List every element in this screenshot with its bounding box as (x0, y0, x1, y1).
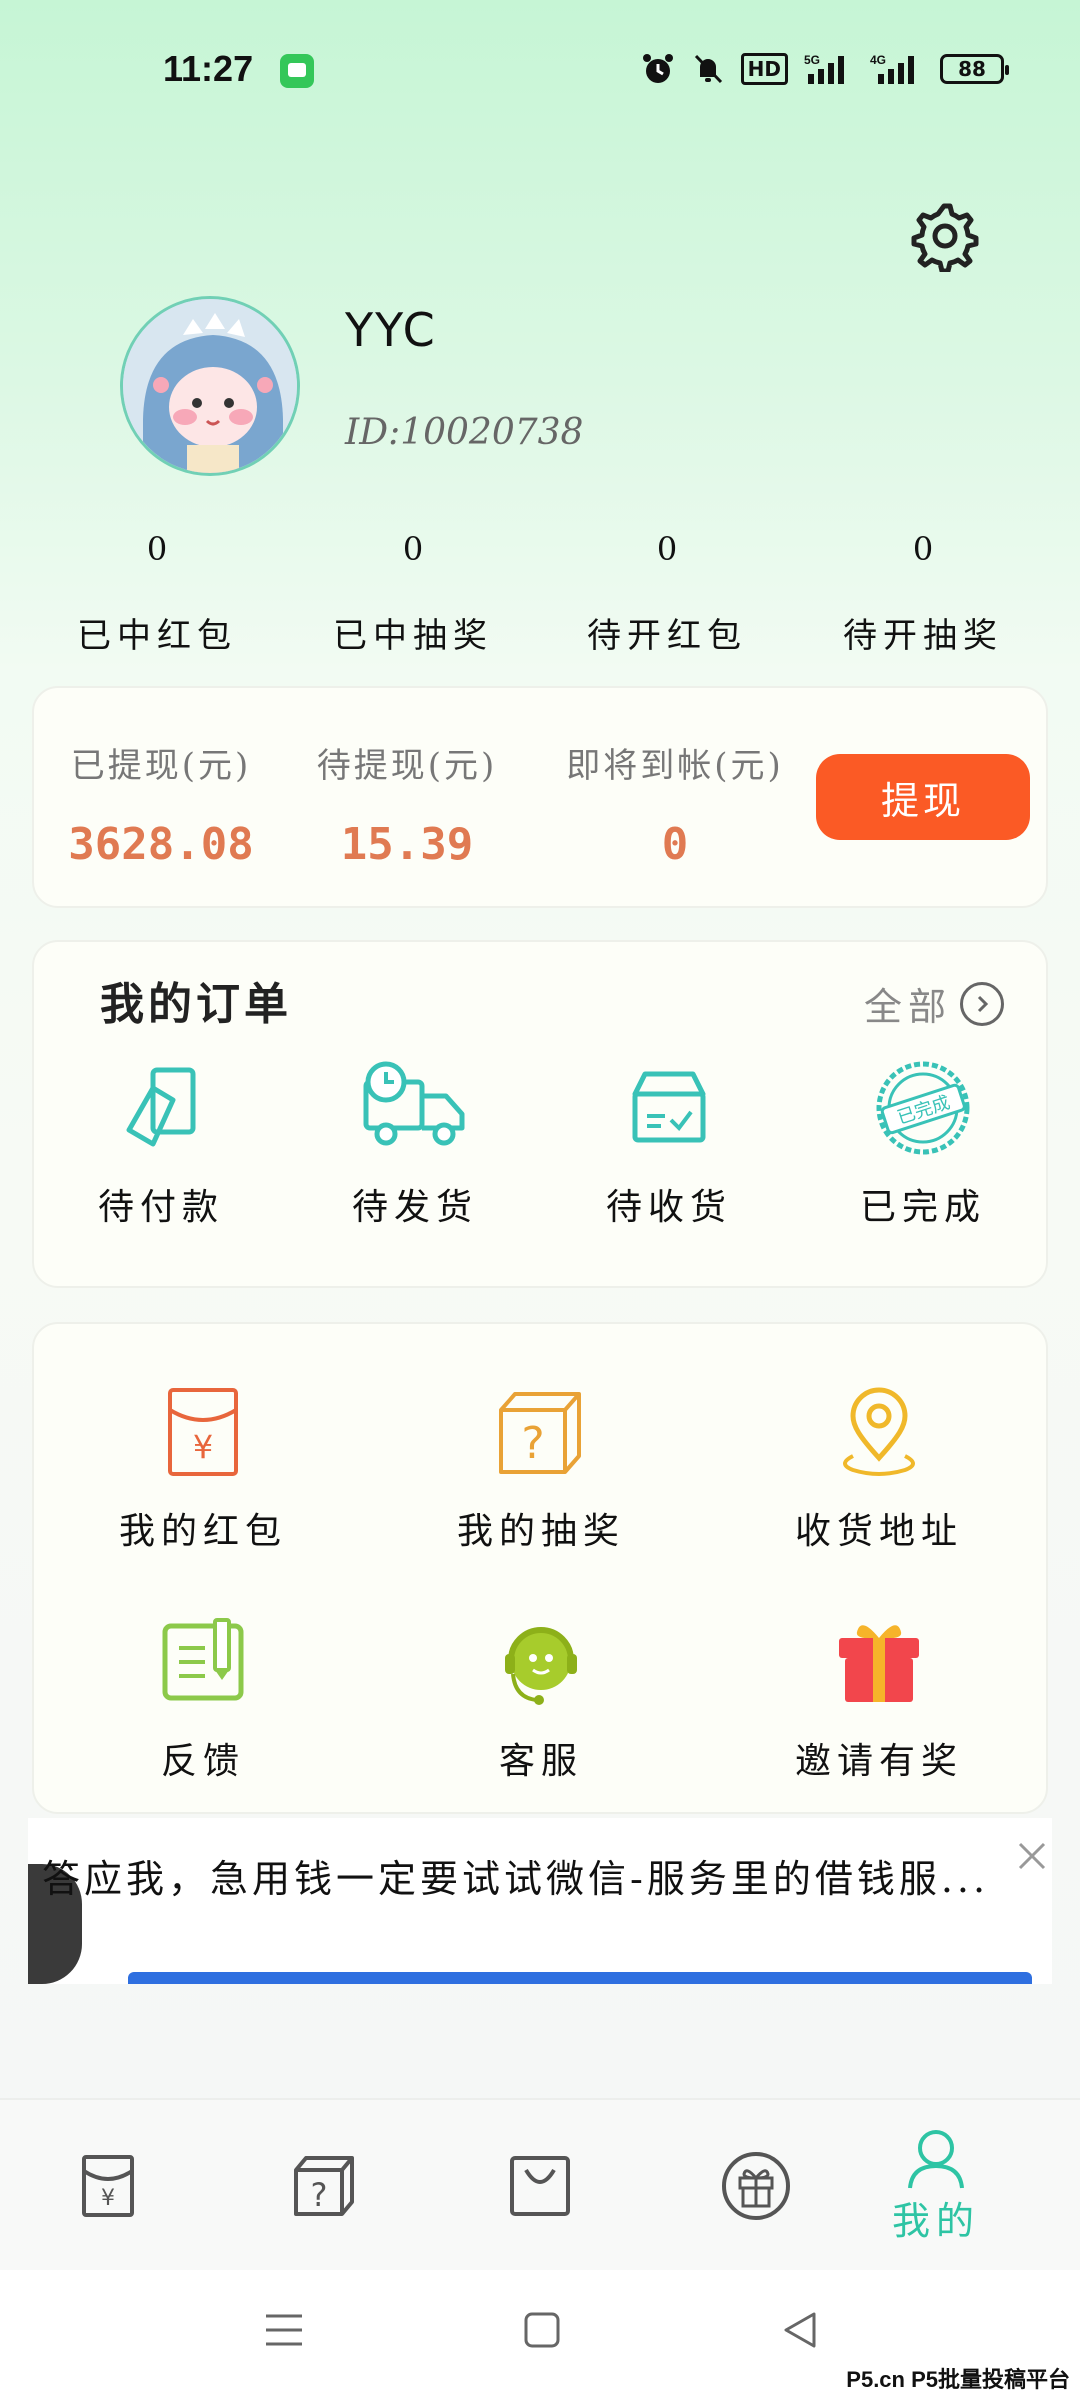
service-label: 我的红包 (118, 1511, 287, 1552)
service-shipping-address[interactable]: 收货地址 (710, 1384, 1048, 1554)
alarm-icon (641, 52, 675, 86)
stat-value: 0 (146, 530, 168, 568)
avatar[interactable] (120, 296, 300, 476)
stat-label: 已中抽奖 (333, 616, 493, 656)
svg-text:?: ? (521, 1418, 544, 1469)
ad-banner[interactable]: 答应我，急用钱一定要试试微信-服务里的借钱服... (28, 1818, 1052, 1984)
feedback-edit-icon (162, 1618, 244, 1701)
stat-won-lottery[interactable]: 0 已中抽奖 (278, 530, 548, 657)
stat-label: 待开抽奖 (843, 616, 1003, 656)
profile-tab-icon (908, 2129, 964, 2188)
bottom-navigation: ¥ ? 我的 (0, 2098, 1080, 2270)
svg-text:¥: ¥ (193, 1428, 213, 1466)
home-icon[interactable] (522, 2310, 562, 2354)
withdrawn-label: 已提现(元) (70, 746, 252, 786)
order-pending-shipment[interactable]: 待发货 (288, 1060, 542, 1230)
stat-won-red-packets[interactable]: 0 已中红包 (22, 530, 292, 657)
pending-column: 待提现(元) 15.39 (302, 738, 512, 870)
service-my-lottery[interactable]: ? 我的抽奖 (372, 1384, 710, 1554)
red-envelope-icon: ¥ (168, 1388, 238, 1476)
pending-label: 待提现(元) (316, 746, 498, 786)
service-label: 收货地址 (794, 1511, 963, 1552)
lottery-box-icon: ? (499, 1392, 581, 1474)
delivery-truck-icon (363, 1061, 465, 1146)
orders-view-all[interactable]: 全部 (864, 976, 1005, 1031)
order-pending-payment[interactable]: 待付款 (34, 1060, 288, 1230)
tab-lottery[interactable]: ? (216, 2100, 432, 2272)
stat-label: 已中红包 (77, 616, 237, 656)
status-icons: HD 5G 4G 88 (641, 52, 1009, 86)
order-label: 待付款 (97, 1187, 224, 1228)
message-app-icon (280, 54, 314, 88)
order-label: 已完成 (859, 1187, 986, 1228)
service-label: 反馈 (160, 1741, 245, 1782)
service-invite-reward[interactable]: 邀请有奖 (710, 1614, 1048, 1784)
headset-service-icon (505, 1627, 577, 1705)
orders-all-label: 全部 (864, 985, 953, 1029)
stat-pending-lottery[interactable]: 0 待开抽奖 (788, 530, 1058, 657)
svg-text:?: ? (311, 2176, 328, 2214)
svg-text:5G: 5G (804, 53, 820, 67)
service-label: 邀请有奖 (794, 1741, 963, 1782)
close-icon[interactable] (1012, 1836, 1052, 1876)
signal-4g-icon: 4G (868, 52, 924, 86)
withdraw-card: 已提现(元) 3628.08 待提现(元) 15.39 即将到帐(元) 0 提现 (32, 686, 1048, 908)
completed-stamp-icon: 已完成 (876, 1061, 970, 1155)
service-my-red-packets[interactable]: ¥ 我的红包 (34, 1384, 372, 1554)
pending-amount: 15.39 (340, 819, 474, 870)
service-feedback[interactable]: 反馈 (34, 1614, 372, 1784)
order-label: 待收货 (605, 1187, 732, 1228)
gift-tab-icon (722, 2152, 790, 2220)
service-label: 我的抽奖 (456, 1511, 625, 1552)
status-time: 11:27 (163, 48, 254, 89)
receive-box-icon (632, 1071, 706, 1143)
withdraw-button[interactable]: 提现 (816, 754, 1030, 840)
services-card: ¥ 我的红包 ? 我的抽奖 收货地址 反馈 客服 邀请有奖 (32, 1322, 1048, 1814)
user-id: ID:10020738 (345, 412, 584, 453)
service-label: 客服 (498, 1741, 583, 1782)
stat-value: 0 (912, 530, 934, 568)
username: YYC (345, 303, 437, 357)
tab-red-packets[interactable]: ¥ (0, 2100, 216, 2272)
orders-title: 我的订单 (100, 979, 292, 1030)
settings-gear-icon[interactable] (908, 200, 980, 274)
svg-text:4G: 4G (870, 53, 886, 67)
ad-text: 答应我，急用钱一定要试试微信-服务里的借钱服... (42, 1857, 990, 1901)
stat-label: 待开红包 (587, 616, 747, 656)
hd-indicator: HD (740, 53, 788, 85)
signal-5g-icon: 5G (804, 52, 852, 86)
location-pin-icon (843, 1387, 915, 1476)
system-navigation-bar: P5.cn P5批量投稿平台 (0, 2270, 1080, 2400)
stat-value: 0 (656, 530, 678, 568)
red-envelope-tab-icon: ¥ (82, 2155, 134, 2217)
withdrawn-amount: 3628.08 (68, 819, 254, 870)
watermark-text: P5.cn P5批量投稿平台 (846, 2367, 1070, 2392)
lottery-tab-icon: ? (294, 2156, 354, 2216)
tab-label: 我的 (891, 2198, 980, 2243)
service-customer-support[interactable]: 客服 (372, 1614, 710, 1784)
svg-text:¥: ¥ (101, 2186, 115, 2211)
chevron-right-icon (960, 981, 1005, 1026)
ad-action-button[interactable] (128, 1972, 1032, 1984)
silent-bell-icon (691, 52, 725, 86)
shopping-bag-tab-icon (510, 2156, 570, 2216)
stat-pending-red-packets[interactable]: 0 待开红包 (532, 530, 802, 657)
battery-icon: 88 (940, 54, 1009, 84)
order-label: 待发货 (351, 1187, 478, 1228)
gift-box-icon (839, 1625, 919, 1702)
arriving-label: 即将到帐(元) (566, 746, 784, 786)
payment-card-icon (126, 1067, 196, 1147)
arriving-amount: 0 (661, 819, 689, 870)
order-pending-receipt[interactable]: 待收货 (542, 1060, 796, 1230)
arriving-column: 即将到帐(元) 0 (550, 738, 800, 870)
tab-shop[interactable] (432, 2100, 648, 2272)
order-completed[interactable]: 已完成 已完成 (796, 1060, 1050, 1230)
orders-card: 我的订单 全部 待付款 待发货 待收货 已完成 已完成 (32, 940, 1048, 1288)
back-icon[interactable] (780, 2310, 820, 2354)
stat-value: 0 (402, 530, 424, 568)
tab-profile[interactable]: 我的 (828, 2100, 1044, 2272)
withdrawn-column: 已提现(元) 3628.08 (56, 738, 266, 870)
menu-icon[interactable] (264, 2310, 304, 2354)
